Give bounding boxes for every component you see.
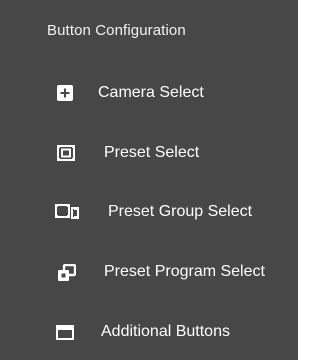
menu-item-label: Camera Select: [98, 84, 204, 101]
menu-item-preset-group-select[interactable]: Preset Group Select: [0, 192, 298, 232]
preset-group-icon: [55, 203, 79, 221]
menu-item-additional-buttons[interactable]: Additional Buttons: [0, 312, 298, 352]
menu-item-camera-select[interactable]: Camera Select: [0, 73, 298, 113]
add-box-icon: [55, 84, 75, 102]
menu-item-label: Preset Select: [104, 144, 200, 161]
preset-program-icon: [57, 263, 77, 281]
menu-item-label: Preset Group Select: [108, 203, 253, 220]
menu-item-label: Additional Buttons: [101, 323, 230, 340]
menu-item-preset-select[interactable]: Preset Select: [0, 133, 298, 173]
preset-frame-icon: [56, 144, 76, 162]
menu-item-preset-program-select[interactable]: Preset Program Select: [0, 252, 298, 292]
menu-item-label: Preset Program Select: [104, 263, 265, 280]
panel-title: Button Configuration: [47, 22, 186, 39]
button-configuration-panel: Button Configuration Camera Select Prese…: [0, 0, 298, 360]
window-icon: [55, 323, 75, 341]
